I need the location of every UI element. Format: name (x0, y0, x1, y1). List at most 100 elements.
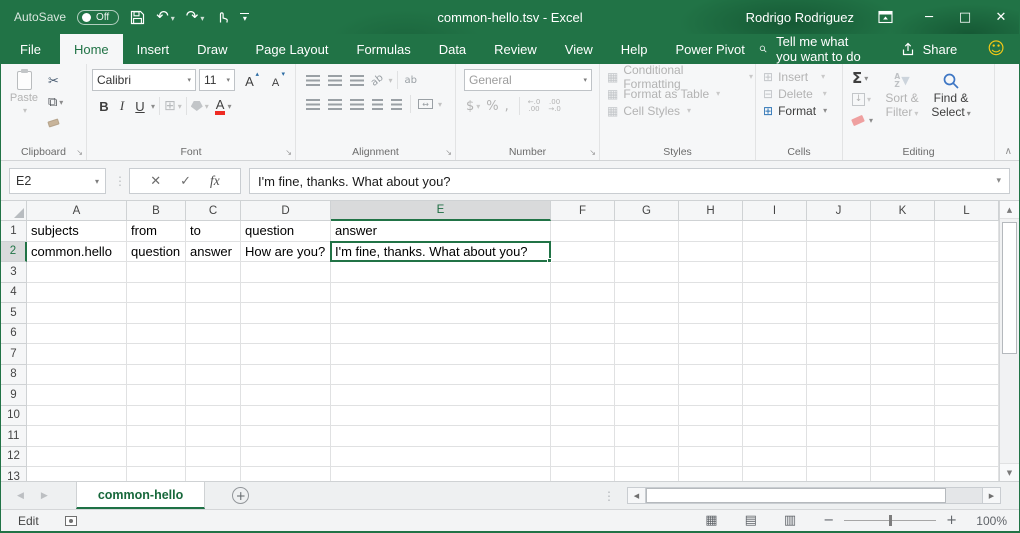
cell-F12[interactable] (551, 447, 615, 468)
cell-K10[interactable] (871, 406, 935, 427)
row-header-10[interactable]: 10 (1, 406, 27, 427)
insert-function-button[interactable]: fx (210, 173, 220, 189)
tab-draw[interactable]: Draw (183, 34, 241, 64)
zoom-out-button[interactable]: − (823, 513, 834, 528)
undo-dropdown-icon[interactable]: ▾ (171, 14, 175, 23)
cell-F9[interactable] (551, 385, 615, 406)
autosum-button[interactable]: Σ▾ (852, 70, 873, 86)
cell-A4[interactable] (27, 283, 127, 304)
font-color-dropdown-icon[interactable]: ▾ (227, 102, 231, 111)
cell-D1[interactable]: question (241, 221, 331, 242)
cell-G3[interactable] (615, 262, 679, 283)
formula-bar-drag-dots-icon[interactable]: ⋮ (114, 174, 126, 188)
cell-A12[interactable] (27, 447, 127, 468)
cell-D3[interactable] (241, 262, 331, 283)
orientation-button[interactable]: ab (369, 72, 386, 88)
paste-dropdown-icon[interactable]: ▾ (23, 106, 27, 115)
cell-A2[interactable]: common.hello (27, 242, 127, 263)
cell-F11[interactable] (551, 426, 615, 447)
cell-K6[interactable] (871, 324, 935, 345)
cell-F8[interactable] (551, 365, 615, 386)
cell-J6[interactable] (807, 324, 871, 345)
delete-cells-button[interactable]: ⊟ Delete ▾ (758, 85, 840, 102)
zoom-level[interactable]: 100% (965, 514, 1007, 528)
cell-I9[interactable] (743, 385, 807, 406)
tell-me-box[interactable]: Tell me what you want to do (759, 34, 871, 64)
tab-power-pivot[interactable]: Power Pivot (662, 34, 759, 64)
cell-J7[interactable] (807, 344, 871, 365)
number-dialog-launcher-icon[interactable]: ↘ (589, 148, 596, 157)
currency-button[interactable]: $▾ (466, 99, 480, 114)
page-layout-view-button[interactable]: ▤ (745, 514, 757, 527)
cell-D9[interactable] (241, 385, 331, 406)
tab-file[interactable]: File (1, 34, 60, 64)
column-header-I[interactable]: I (743, 201, 807, 221)
row-header-2[interactable]: 2 (1, 242, 27, 263)
cell-B4[interactable] (127, 283, 186, 304)
italic-button[interactable]: I (113, 98, 131, 114)
tab-page-layout[interactable]: Page Layout (242, 34, 343, 64)
cell-C3[interactable] (186, 262, 241, 283)
font-name-combo[interactable]: Calibri▾ (92, 69, 196, 91)
top-align-button[interactable] (306, 75, 320, 86)
tab-insert[interactable]: Insert (123, 34, 184, 64)
cell-A10[interactable] (27, 406, 127, 427)
cell-H10[interactable] (679, 406, 743, 427)
cell-E5[interactable] (331, 303, 551, 324)
select-all-button[interactable] (1, 201, 27, 221)
cell-E7[interactable] (331, 344, 551, 365)
cell-G4[interactable] (615, 283, 679, 304)
sort-filter-button[interactable]: AZ ▼ Sort & Filter▾ (878, 68, 926, 143)
cell-I3[interactable] (743, 262, 807, 283)
increase-indent-button[interactable] (391, 99, 402, 110)
cell-L2[interactable] (935, 242, 999, 263)
cell-L3[interactable] (935, 262, 999, 283)
cell-A5[interactable] (27, 303, 127, 324)
horizontal-scrollbar[interactable]: ◀ ▶ (627, 487, 1001, 504)
cell-B7[interactable] (127, 344, 186, 365)
cell-C11[interactable] (186, 426, 241, 447)
conditional-formatting-button[interactable]: ▦ Conditional Formatting ▾ (602, 68, 753, 85)
clear-button[interactable]: ▾ (852, 112, 873, 128)
cell-L6[interactable] (935, 324, 999, 345)
cell-J12[interactable] (807, 447, 871, 468)
cell-D12[interactable] (241, 447, 331, 468)
cell-K13[interactable] (871, 467, 935, 481)
cell-K4[interactable] (871, 283, 935, 304)
cell-B9[interactable] (127, 385, 186, 406)
column-header-D[interactable]: D (241, 201, 331, 221)
font-dialog-launcher-icon[interactable]: ↘ (285, 148, 292, 157)
merge-center-button[interactable]: ↔ (418, 99, 433, 109)
cell-J3[interactable] (807, 262, 871, 283)
underline-button[interactable]: U (131, 99, 149, 114)
cell-B11[interactable] (127, 426, 186, 447)
cell-K11[interactable] (871, 426, 935, 447)
cell-J4[interactable] (807, 283, 871, 304)
cell-G13[interactable] (615, 467, 679, 481)
cell-E11[interactable] (331, 426, 551, 447)
underline-dropdown-icon[interactable]: ▾ (151, 102, 155, 111)
cell-H4[interactable] (679, 283, 743, 304)
cell-L5[interactable] (935, 303, 999, 324)
cell-B6[interactable] (127, 324, 186, 345)
row-header-11[interactable]: 11 (1, 426, 27, 447)
cell-L13[interactable] (935, 467, 999, 481)
cell-A6[interactable] (27, 324, 127, 345)
column-header-L[interactable]: L (935, 201, 999, 221)
cell-B8[interactable] (127, 365, 186, 386)
cell-C1[interactable]: to (186, 221, 241, 242)
scroll-left-button[interactable]: ◀ (627, 487, 646, 504)
tab-home[interactable]: Home (60, 34, 123, 64)
row-header-9[interactable]: 9 (1, 385, 27, 406)
cell-G8[interactable] (615, 365, 679, 386)
find-select-button[interactable]: Find & Select▾ (926, 68, 976, 143)
cell-C10[interactable] (186, 406, 241, 427)
column-header-G[interactable]: G (615, 201, 679, 221)
cell-B10[interactable] (127, 406, 186, 427)
wrap-text-button[interactable]: ab (405, 75, 417, 86)
column-header-A[interactable]: A (27, 201, 127, 221)
fill-dropdown-icon[interactable]: ▾ (867, 95, 871, 104)
cell-D11[interactable] (241, 426, 331, 447)
cell-F1[interactable] (551, 221, 615, 242)
row-header-8[interactable]: 8 (1, 365, 27, 386)
